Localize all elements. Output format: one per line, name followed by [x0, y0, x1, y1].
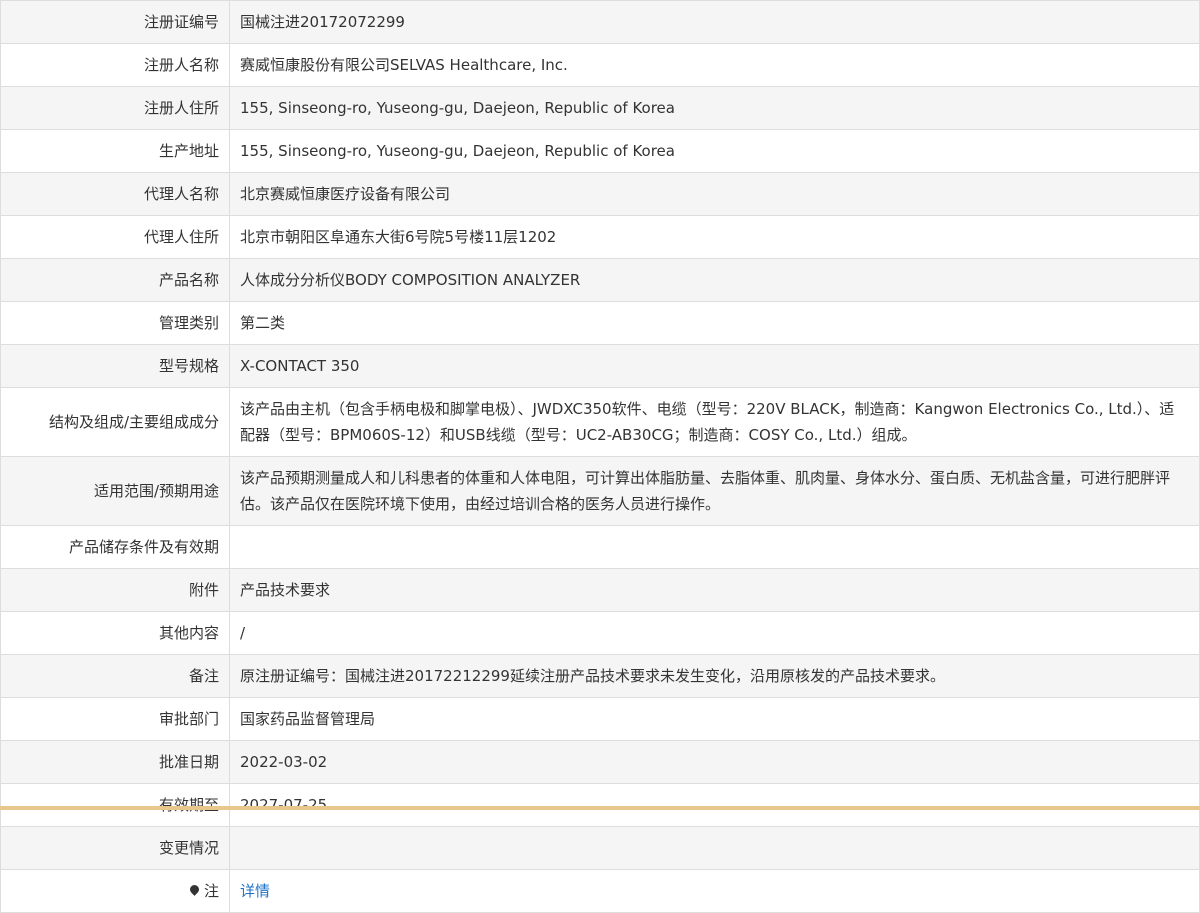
row-label: 产品储存条件及有效期 [0, 525, 230, 569]
row-change-status: 变更情况 [0, 826, 1200, 870]
row-registration-number: 注册证编号 国械注进20172072299 [0, 0, 1200, 44]
row-valid-until: 有效期至 2027-07-25 [0, 783, 1200, 827]
row-attachment: 附件 产品技术要求 [0, 568, 1200, 612]
note-label: 注 [203, 882, 219, 900]
row-registrant-address: 注册人住所 155, Sinseong-ro, Yuseong-gu, Daej… [0, 86, 1200, 130]
row-label: 管理类别 [0, 301, 230, 345]
row-label: 其他内容 [0, 611, 230, 655]
row-value: 北京赛威恒康医疗设备有限公司 [229, 172, 1200, 216]
note-label-cell: 注 [0, 869, 230, 913]
row-value: 第二类 [229, 301, 1200, 345]
row-product-name: 产品名称 人体成分分析仪BODY COMPOSITION ANALYZER [0, 258, 1200, 302]
details-link[interactable]: 详情 [240, 882, 270, 900]
row-label: 变更情况 [0, 826, 230, 870]
row-value: 155, Sinseong-ro, Yuseong-gu, Daejeon, R… [229, 86, 1200, 130]
row-label: 备注 [0, 654, 230, 698]
row-note: 注 详情 [0, 869, 1200, 913]
row-value: 该产品由主机（包含手柄电极和脚掌电极）、JWDXC350软件、电缆（型号：220… [229, 387, 1200, 457]
row-value: 产品技术要求 [229, 568, 1200, 612]
row-label: 有效期至 [0, 783, 230, 827]
row-label: 批准日期 [0, 740, 230, 784]
row-management-category: 管理类别 第二类 [0, 301, 1200, 345]
row-remarks: 备注 原注册证编号：国械注进20172212299延续注册产品技术要求未发生变化… [0, 654, 1200, 698]
row-registrant-name: 注册人名称 赛威恒康股份有限公司SELVAS Healthcare, Inc. [0, 43, 1200, 87]
row-value [229, 525, 1200, 569]
note-value-cell: 详情 [229, 869, 1200, 913]
row-label: 注册人名称 [0, 43, 230, 87]
row-label: 生产地址 [0, 129, 230, 173]
row-value: 原注册证编号：国械注进20172212299延续注册产品技术要求未发生变化，沿用… [229, 654, 1200, 698]
pin-icon [188, 883, 201, 896]
row-label: 产品名称 [0, 258, 230, 302]
row-model-spec: 型号规格 X-CONTACT 350 [0, 344, 1200, 388]
bottom-border-bar [0, 806, 1200, 810]
row-agent-name: 代理人名称 北京赛威恒康医疗设备有限公司 [0, 172, 1200, 216]
row-value: 人体成分分析仪BODY COMPOSITION ANALYZER [229, 258, 1200, 302]
row-label: 注册人住所 [0, 86, 230, 130]
row-value [229, 826, 1200, 870]
row-other-content: 其他内容 / [0, 611, 1200, 655]
row-label: 审批部门 [0, 697, 230, 741]
row-value: 北京市朝阳区阜通东大街6号院5号楼11层1202 [229, 215, 1200, 259]
row-value: 国家药品监督管理局 [229, 697, 1200, 741]
row-label: 代理人住所 [0, 215, 230, 259]
registration-info-table: 注册证编号 国械注进20172072299 注册人名称 赛威恒康股份有限公司SE… [0, 0, 1200, 913]
row-value: 赛威恒康股份有限公司SELVAS Healthcare, Inc. [229, 43, 1200, 87]
row-value: / [229, 611, 1200, 655]
row-value: 该产品预期测量成人和儿科患者的体重和人体电阻，可计算出体脂肪量、去脂体重、肌肉量… [229, 456, 1200, 526]
row-label: 代理人名称 [0, 172, 230, 216]
row-agent-address: 代理人住所 北京市朝阳区阜通东大街6号院5号楼11层1202 [0, 215, 1200, 259]
row-approval-department: 审批部门 国家药品监督管理局 [0, 697, 1200, 741]
row-value: 2022-03-02 [229, 740, 1200, 784]
row-value: X-CONTACT 350 [229, 344, 1200, 388]
row-approval-date: 批准日期 2022-03-02 [0, 740, 1200, 784]
row-label: 结构及组成/主要组成成分 [0, 387, 230, 457]
row-value: 155, Sinseong-ro, Yuseong-gu, Daejeon, R… [229, 129, 1200, 173]
row-label: 型号规格 [0, 344, 230, 388]
row-label: 附件 [0, 568, 230, 612]
row-intended-use: 适用范围/预期用途 该产品预期测量成人和儿科患者的体重和人体电阻，可计算出体脂肪… [0, 456, 1200, 526]
row-label: 注册证编号 [0, 0, 230, 44]
row-label: 适用范围/预期用途 [0, 456, 230, 526]
row-storage-conditions: 产品储存条件及有效期 [0, 525, 1200, 569]
row-value: 2027-07-25 [229, 783, 1200, 827]
row-production-address: 生产地址 155, Sinseong-ro, Yuseong-gu, Daeje… [0, 129, 1200, 173]
row-value: 国械注进20172072299 [229, 0, 1200, 44]
row-structure-composition: 结构及组成/主要组成成分 该产品由主机（包含手柄电极和脚掌电极）、JWDXC35… [0, 387, 1200, 457]
